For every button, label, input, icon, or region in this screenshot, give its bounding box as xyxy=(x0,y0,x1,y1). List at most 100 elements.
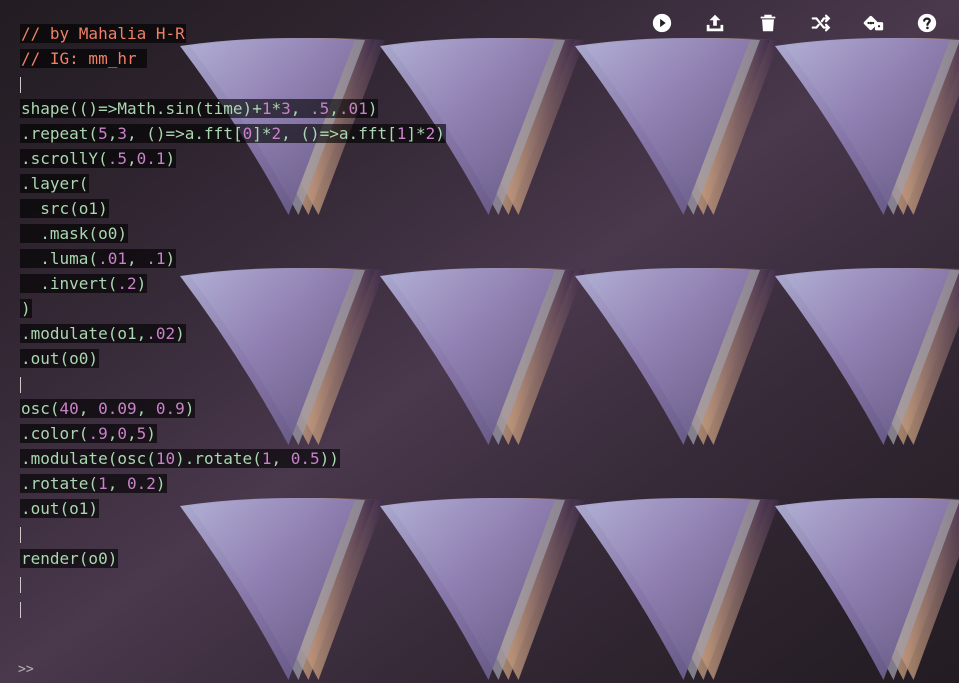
code-line[interactable]: .scrollY(.5,0.1) xyxy=(20,146,580,171)
code-token-fn: .out(o0) xyxy=(21,349,99,368)
code-token-fn: , xyxy=(126,249,147,268)
code-line[interactable]: .invert(.2) xyxy=(20,271,580,296)
code-token-fn: , xyxy=(290,99,311,118)
code-line[interactable]: render(o0) xyxy=(20,546,580,571)
code-token-num: .02 xyxy=(146,324,176,343)
code-line[interactable]: .out(o0) xyxy=(20,346,580,371)
code-text: .out(o0) xyxy=(20,349,100,368)
code-token-fn: .rotate( xyxy=(21,474,99,493)
console-prompt[interactable]: >> xyxy=(18,662,34,677)
code-token-num: .5 xyxy=(107,149,127,168)
play-icon xyxy=(652,13,672,33)
code-token-fn: render(o0) xyxy=(21,549,118,568)
code-line[interactable]: // IG: mm_hr xyxy=(20,46,580,71)
code-token-fn: , xyxy=(126,149,137,168)
code-token-fn: ]* xyxy=(252,124,272,143)
empty-line-marker xyxy=(20,376,21,393)
code-text: .modulate(osc(10).rotate(1, 0.5)) xyxy=(20,449,340,468)
share-button[interactable] xyxy=(697,10,733,36)
code-token-comment: // by Mahalia H-R xyxy=(21,24,185,43)
code-text: shape(()=>Math.sin(time)+1*3, .5,.01) xyxy=(20,99,379,118)
code-token-fn: , xyxy=(107,474,127,493)
empty-line-marker xyxy=(20,576,21,593)
code-token-fn: .layer( xyxy=(21,174,89,193)
shuffle-icon xyxy=(811,14,831,32)
code-text: .mask(o0) xyxy=(20,224,128,243)
clear-button[interactable] xyxy=(750,10,786,36)
random-sketch-button[interactable] xyxy=(803,10,839,36)
code-line[interactable]: .repeat(5,3, ()=>a.fft[0]*2, ()=>a.fft[1… xyxy=(20,121,580,146)
code-token-num: 0.5 xyxy=(290,449,320,468)
code-token-fn: , xyxy=(271,449,291,468)
upload-icon xyxy=(706,14,724,32)
code-token-num: 2 xyxy=(271,124,282,143)
code-token-fn: * xyxy=(271,99,282,118)
code-line[interactable] xyxy=(20,371,580,396)
code-text: .layer( xyxy=(20,174,90,193)
code-token-fn: , xyxy=(329,99,339,118)
code-line[interactable]: .mask(o0) xyxy=(20,221,580,246)
code-text: .invert(.2) xyxy=(20,274,148,293)
code-line[interactable]: .modulate(o1,.02) xyxy=(20,321,580,346)
code-line[interactable] xyxy=(20,521,580,546)
run-button[interactable] xyxy=(644,10,680,36)
code-token-fn: ) xyxy=(435,124,445,143)
code-line[interactable]: .modulate(osc(10).rotate(1, 0.5)) xyxy=(20,446,580,471)
code-token-fn: )) xyxy=(319,449,339,468)
code-line[interactable]: .color(.9,0,5) xyxy=(20,421,580,446)
toolbar xyxy=(627,10,945,36)
trash-icon xyxy=(760,14,776,32)
code-token-fn: , ()=>a.fft[ xyxy=(126,124,243,143)
make-random-button[interactable] xyxy=(856,10,892,36)
code-line[interactable]: src(o1) xyxy=(20,196,580,221)
empty-line-marker xyxy=(20,76,21,93)
code-line[interactable] xyxy=(20,596,580,621)
code-token-fn: .scrollY( xyxy=(21,149,108,168)
code-token-fn: src(o1) xyxy=(21,199,108,218)
code-text: .modulate(o1,.02) xyxy=(20,324,186,343)
code-line[interactable]: .rotate(1, 0.2) xyxy=(20,471,580,496)
code-text: .repeat(5,3, ()=>a.fft[0]*2, ()=>a.fft[1… xyxy=(20,124,446,143)
code-text: .scrollY(.5,0.1) xyxy=(20,149,177,168)
code-text: // IG: mm_hr xyxy=(20,49,148,68)
code-token-num: 3 xyxy=(281,99,291,118)
code-token-num: 0.9 xyxy=(155,399,185,418)
code-token-num: 10 xyxy=(155,449,176,468)
code-line[interactable]: // by Mahalia H-R xyxy=(20,21,580,46)
code-line[interactable]: .layer( xyxy=(20,171,580,196)
code-token-fn: .mask(o0) xyxy=(21,224,127,243)
code-token-fn: ) xyxy=(165,149,176,168)
code-text: .out(o1) xyxy=(20,499,100,518)
code-token-num: 5 xyxy=(136,424,147,443)
code-token-fn: ) xyxy=(155,474,166,493)
code-token-fn: osc( xyxy=(21,399,60,418)
code-line[interactable]: ) xyxy=(20,296,580,321)
code-line[interactable]: osc(40, 0.09, 0.9) xyxy=(20,396,580,421)
code-text: .luma(.01, .1) xyxy=(20,249,177,268)
code-token-num: 40 xyxy=(59,399,79,418)
code-token-num: .01 xyxy=(98,249,127,268)
code-text: ) xyxy=(20,299,32,318)
code-token-num: 0.2 xyxy=(126,474,156,493)
code-token-num: .01 xyxy=(338,99,368,118)
code-line[interactable] xyxy=(20,71,580,96)
code-line[interactable] xyxy=(20,571,580,596)
code-editor[interactable]: // by Mahalia H-R // IG: mm_hr shape(()=>… xyxy=(20,21,580,621)
code-token-fn: , xyxy=(78,399,99,418)
code-text: // by Mahalia H-R xyxy=(20,24,186,43)
code-token-fn: shape(()=>Math.sin(time)+ xyxy=(21,99,262,118)
code-token-num: .2 xyxy=(117,274,137,293)
code-token-fn: .color( xyxy=(21,424,89,443)
code-line[interactable]: shape(()=>Math.sin(time)+1*3, .5,.01) xyxy=(20,96,580,121)
code-token-fn: , ()=>a.fft[ xyxy=(281,124,397,143)
code-token-num: 0 xyxy=(242,124,253,143)
code-token-fn: ]* xyxy=(406,124,426,143)
code-line[interactable]: .out(o1) xyxy=(20,496,580,521)
code-token-fn: , xyxy=(107,424,118,443)
code-token-fn: ) xyxy=(165,249,176,268)
help-button[interactable] xyxy=(909,10,945,36)
code-token-num: 0 xyxy=(117,424,127,443)
code-line[interactable]: .luma(.01, .1) xyxy=(20,246,580,271)
dice-icon xyxy=(863,15,884,31)
code-token-fn: .luma( xyxy=(21,249,99,268)
